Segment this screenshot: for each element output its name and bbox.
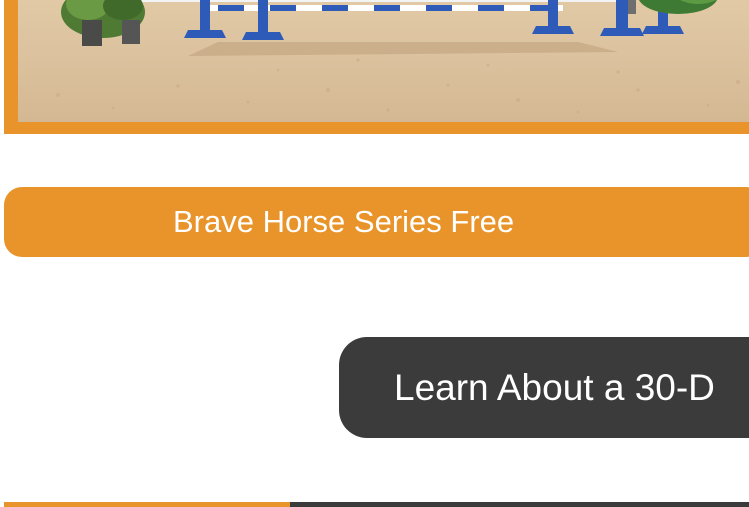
- page: Brave Horse Series Free Learn About a 30…: [0, 0, 749, 507]
- bottom-bar-dark-segment: [290, 502, 749, 507]
- learn-about-trial-button[interactable]: Learn About a 30-D: [339, 337, 749, 438]
- brave-horse-series-button[interactable]: Brave Horse Series Free: [4, 187, 749, 257]
- bottom-bar: [4, 502, 749, 507]
- show-jump-photo: [18, 0, 749, 122]
- photo-frame: [4, 0, 749, 134]
- bottom-bar-orange-segment: [4, 502, 290, 507]
